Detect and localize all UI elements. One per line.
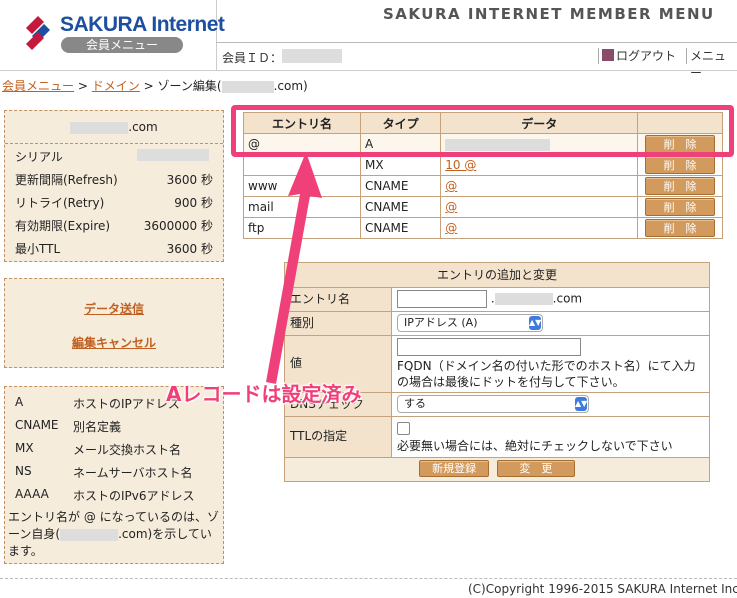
- copyright-text: (C)Copyright 1996-2015 SAKURA Internet I…: [468, 582, 737, 596]
- type-select[interactable]: IPアドレス (A) ▲▼: [397, 314, 543, 332]
- select-arrows-icon: ▲▼: [575, 397, 587, 411]
- value-input[interactable]: [397, 338, 581, 356]
- new-entry-button[interactable]: 新規登録: [419, 460, 490, 477]
- annotation-arrow-icon: [266, 152, 322, 384]
- zone-refresh-row: 更新間隔(Refresh) 3600 秒: [15, 173, 213, 187]
- header-separator: [686, 48, 687, 64]
- annotation-label: Aレコードは設定済み: [166, 382, 362, 406]
- ttl-help-text: 必要無い場合には、絶対にチェックしないで下さい: [397, 439, 673, 453]
- breadcrumb-separator: >: [77, 79, 88, 93]
- entry-form: エントリの追加と変更 エントリ名 . .com 種別 IPアドレス (A) ▲▼ 値…: [284, 262, 710, 482]
- legend-row: AAAA ホストのIPv6アドレス: [15, 487, 195, 503]
- logout-icon[interactable]: [602, 49, 614, 61]
- delete-button[interactable]: 削 除: [645, 198, 716, 216]
- select-arrows-icon: ▲▼: [529, 316, 541, 330]
- dns-check-select[interactable]: する ▲▼: [397, 395, 589, 413]
- legend-row: MX メール交換ホスト名: [15, 441, 182, 457]
- header-separator: [598, 48, 599, 64]
- sakura-logo-icon: [26, 16, 50, 50]
- send-data-link[interactable]: データ送信: [5, 300, 223, 317]
- member-id-value: [282, 49, 342, 63]
- menu-link[interactable]: メニュー: [690, 47, 737, 81]
- record-type-legend: A ホストのIPアドレス CNAME 別名定義 MX メール交換ホスト名 NS ネームサ…: [4, 386, 224, 564]
- header-bottom-border: [0, 70, 737, 71]
- logo-subtitle: 会員メニュー: [61, 37, 183, 53]
- cancel-edit-link[interactable]: 編集キャンセル: [5, 334, 223, 351]
- legend-row: CNAME 別名定義: [15, 418, 122, 434]
- legend-row: NS ネームサーバホスト名: [15, 464, 193, 480]
- legend-note: エントリ名が @ になっているのは、ゾーン自身(.com)を示しています。: [8, 510, 220, 558]
- entry-name-input[interactable]: [397, 290, 487, 308]
- zone-retry-row: リトライ(Retry) 900 秒: [15, 196, 213, 210]
- breadcrumb-separator: >: [143, 79, 154, 93]
- footer-divider: [0, 578, 737, 579]
- zone-serial-row: シリアル: [15, 148, 213, 165]
- redacted-domain: [494, 293, 553, 305]
- serial-value: [137, 149, 209, 161]
- delete-button[interactable]: 削 除: [645, 177, 716, 195]
- redacted-domain: [60, 528, 119, 541]
- breadcrumb: 会員メニュー > ドメイン > ゾーン編集( .com): [2, 77, 308, 94]
- member-menu-title: SAKURA INTERNET MEMBER MENU: [383, 5, 715, 23]
- logo-text: SAKURA Internet: [60, 13, 225, 36]
- breadcrumb-current: ゾーン編集(: [157, 79, 222, 93]
- logo[interactable]: SAKURA Internet 会員メニュー: [0, 0, 225, 70]
- change-entry-button[interactable]: 変 更: [496, 460, 575, 477]
- header-divider: [216, 42, 737, 43]
- value-help-text: FQDN（ドメイン名の付いた形でのホスト名）にて入力の場合は最後にドットを付与し…: [397, 359, 696, 389]
- breadcrumb-domain[interactable]: ドメイン: [92, 79, 140, 93]
- breadcrumb-member-menu[interactable]: 会員メニュー: [2, 79, 74, 93]
- logout-link[interactable]: ログアウト: [616, 47, 676, 64]
- zone-min-ttl-row: 最小TTL 3600 秒: [15, 242, 213, 256]
- zone-expire-row: 有効期限(Expire) 3600000 秒: [15, 219, 213, 233]
- delete-button[interactable]: 削 除: [645, 156, 716, 174]
- zone-info-panel: .com シリアル 更新間隔(Refresh) 3600 秒 リトライ(Retry…: [4, 110, 224, 262]
- delete-button[interactable]: 削 除: [645, 219, 716, 237]
- breadcrumb-current-suffix: .com): [273, 79, 308, 93]
- redacted-domain: [70, 121, 129, 134]
- ttl-checkbox[interactable]: [397, 422, 410, 435]
- redacted-domain: [221, 80, 274, 93]
- ttl-label: TTLの指定: [284, 416, 392, 458]
- member-id-label: 会員ＩＤ：: [222, 51, 283, 65]
- zone-domain-title: .com: [5, 111, 223, 144]
- action-panel: データ送信 編集キャンセル: [4, 278, 224, 368]
- form-title: エントリの追加と変更: [284, 262, 710, 288]
